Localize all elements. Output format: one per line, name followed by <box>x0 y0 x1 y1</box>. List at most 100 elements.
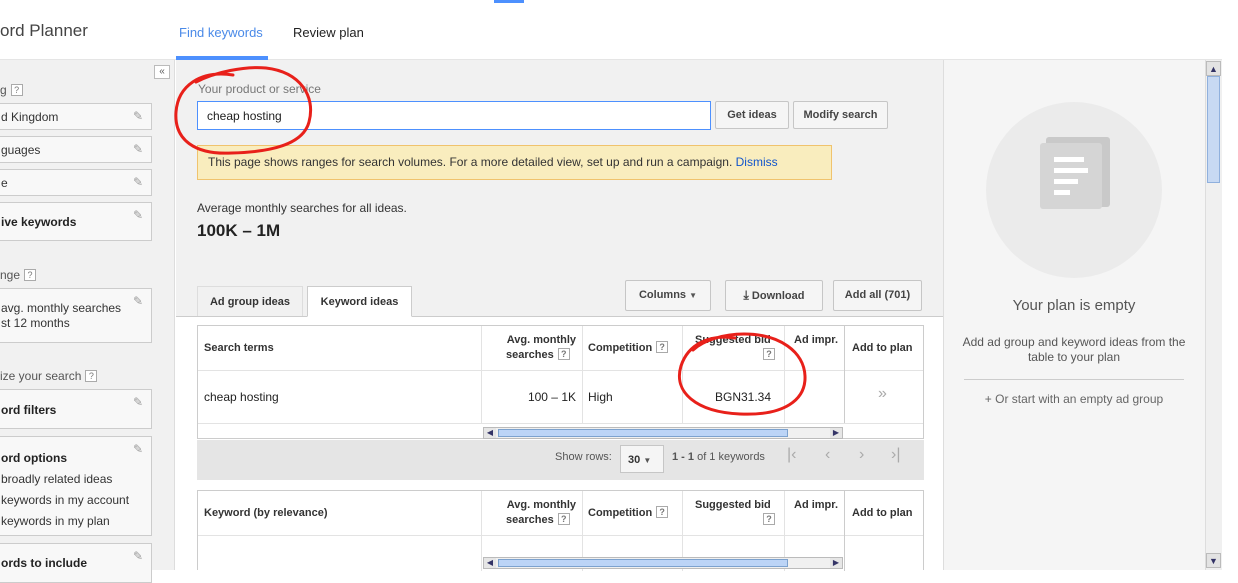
rows-per-page-select[interactable]: 30 ▼ <box>620 445 664 473</box>
targeting-label: g? <box>0 83 23 97</box>
dismiss-link[interactable]: Dismiss <box>736 155 778 169</box>
add-to-plan-icon[interactable]: » <box>878 385 887 403</box>
sidebar-item-location[interactable]: d Kingdom ✎ <box>0 103 152 130</box>
help-icon[interactable]: ? <box>763 348 775 361</box>
modify-search-button[interactable]: Modify search <box>793 101 888 129</box>
date-range-label: nge? <box>0 268 37 282</box>
scroll-left-icon[interactable]: ◀ <box>484 428 496 438</box>
header-searches[interactable]: searches? <box>506 348 570 361</box>
pencil-icon[interactable]: ✎ <box>133 443 145 455</box>
header-ad-impr[interactable]: Ad impr. <box>794 499 838 511</box>
first-page-icon[interactable]: |‹ <box>787 446 796 464</box>
pencil-icon[interactable]: ✎ <box>133 143 145 155</box>
plan-help-text: Add ad group and keyword ideas from the … <box>962 335 1186 364</box>
col-divider <box>582 326 583 423</box>
pencil-icon[interactable]: ✎ <box>133 209 145 221</box>
tab-keyword-ideas[interactable]: Keyword ideas <box>307 286 412 317</box>
show-rows-label: Show rows: <box>555 451 612 463</box>
row-suggested-bid: BGN31.34 <box>715 390 772 404</box>
sidebar-item-keyword-options[interactable]: ord options broadly related ideas keywor… <box>0 436 152 536</box>
tab-review-plan[interactable]: Review plan <box>293 25 364 40</box>
scrollbar-thumb[interactable] <box>498 429 788 437</box>
customize-label: ize your search? <box>0 369 98 383</box>
header-competition[interactable]: Competition? <box>588 506 669 519</box>
col-divider <box>682 326 683 423</box>
avg-searches-value: 100K – 1M <box>197 221 281 240</box>
pencil-icon[interactable]: ✎ <box>133 176 145 188</box>
app-title: ord Planner <box>0 21 88 40</box>
scroll-down-icon[interactable]: ▼ <box>1206 553 1221 568</box>
pager-range: 1 - 1 of 1 keywords <box>672 451 765 463</box>
last-page-icon[interactable]: ›| <box>891 446 900 464</box>
document-icon <box>1040 143 1102 209</box>
pencil-icon[interactable]: ✎ <box>133 110 145 122</box>
columns-label: Columns <box>638 289 687 301</box>
product-search-input[interactable] <box>197 101 711 130</box>
dropdown-arrow-icon: ▼ <box>689 291 698 300</box>
scroll-left-icon[interactable]: ◀ <box>484 558 496 568</box>
col-divider <box>784 326 785 423</box>
pencil-icon[interactable]: ✎ <box>133 295 145 307</box>
header-competition[interactable]: Competition? <box>588 341 669 354</box>
rows-value: 30 <box>628 454 641 466</box>
tab-find-keywords[interactable]: Find keywords <box>179 25 263 40</box>
download-label: Download <box>751 290 805 302</box>
help-icon[interactable]: ? <box>10 84 23 96</box>
header-keyword-relevance[interactable]: Keyword (by relevance) <box>204 507 328 519</box>
avg-searches-label: Average monthly searches for all ideas. <box>197 201 407 215</box>
col-divider <box>844 491 845 571</box>
help-icon[interactable]: ? <box>656 506 669 518</box>
row-divider <box>198 370 923 371</box>
sidebar-item-network[interactable]: e ✎ <box>0 169 152 196</box>
vertical-scrollbar-thumb[interactable] <box>1207 76 1220 183</box>
start-empty-ad-group-link[interactable]: + Or start with an empty ad group <box>943 392 1205 406</box>
col-divider <box>844 326 845 423</box>
row-avg-searches: 100 – 1K <box>527 390 576 404</box>
header-suggested-bid[interactable]: Suggested bid <box>695 334 771 346</box>
help-icon[interactable]: ? <box>24 269 37 281</box>
help-icon[interactable]: ? <box>656 341 669 353</box>
download-icon: ⤓ <box>743 288 749 302</box>
row-competition: High <box>588 390 613 404</box>
plan-divider <box>964 379 1184 380</box>
scroll-right-icon[interactable]: ▶ <box>830 558 842 568</box>
scroll-right-icon[interactable]: ▶ <box>830 428 842 438</box>
help-icon[interactable]: ? <box>85 370 98 382</box>
collapse-sidebar-icon[interactable]: « <box>154 65 170 79</box>
add-all-button[interactable]: Add all (701) <box>833 280 922 311</box>
product-label: Your product or service <box>198 82 321 96</box>
horizontal-scrollbar[interactable]: ◀ ▶ <box>483 427 843 439</box>
sidebar-item-languages[interactable]: guages ✎ <box>0 136 152 163</box>
horizontal-scrollbar[interactable]: ◀ ▶ <box>483 557 843 569</box>
header-avg-monthly[interactable]: Avg. monthly <box>504 334 576 346</box>
next-page-icon[interactable]: › <box>859 446 864 464</box>
header-search-terms[interactable]: Search terms <box>204 342 274 354</box>
header-add-to-plan: Add to plan <box>852 342 913 354</box>
notice-banner: This page shows ranges for search volume… <box>197 145 832 180</box>
row-divider <box>198 423 923 424</box>
tab-ad-group-ideas[interactable]: Ad group ideas <box>197 286 303 316</box>
header-avg-monthly[interactable]: Avg. monthly <box>504 499 576 511</box>
pencil-icon[interactable]: ✎ <box>133 550 145 562</box>
help-icon[interactable]: ? <box>557 513 570 525</box>
sidebar-item-keywords-to-include[interactable]: ords to include ✎ <box>0 543 152 583</box>
header-searches[interactable]: searches? <box>506 513 570 526</box>
top-accent-bar <box>494 0 524 3</box>
col-divider <box>481 326 482 423</box>
scroll-up-icon[interactable]: ▲ <box>1206 61 1221 76</box>
prev-page-icon[interactable]: ‹ <box>825 446 830 464</box>
get-ideas-button[interactable]: Get ideas <box>715 101 789 129</box>
header-suggested-bid[interactable]: Suggested bid <box>695 499 771 511</box>
help-icon[interactable]: ? <box>557 348 570 360</box>
download-button[interactable]: ⤓ Download <box>725 280 823 311</box>
columns-button[interactable]: Columns ▼ <box>625 280 711 311</box>
help-icon[interactable]: ? <box>763 513 775 526</box>
plan-empty-title: Your plan is empty <box>1012 297 1136 314</box>
header-ad-impr[interactable]: Ad impr. <box>794 334 838 346</box>
pencil-icon[interactable]: ✎ <box>133 396 145 408</box>
scrollbar-thumb[interactable] <box>498 559 788 567</box>
sidebar-item-negative-keywords[interactable]: ive keywords ✎ <box>0 202 152 241</box>
dropdown-arrow-icon: ▼ <box>643 456 652 465</box>
sidebar-item-date-range[interactable]: avg. monthly searches st 12 months ✎ <box>0 288 152 343</box>
sidebar-item-keyword-filters[interactable]: ord filters ✎ <box>0 389 152 429</box>
